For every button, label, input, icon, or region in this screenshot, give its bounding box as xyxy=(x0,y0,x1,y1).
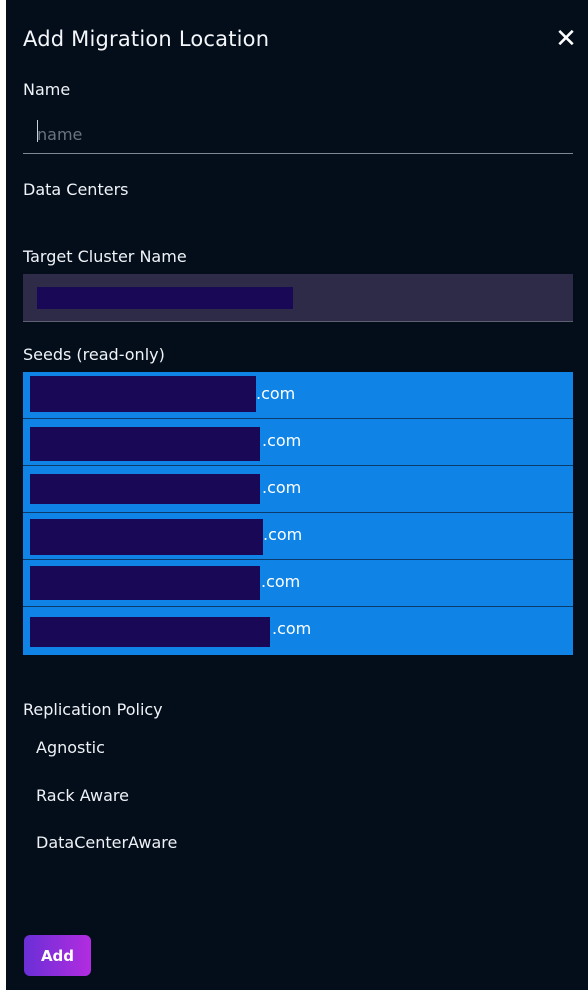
close-icon[interactable]: ✕ xyxy=(553,24,579,54)
seed-suffix: .com xyxy=(262,431,302,450)
target-cluster-label: Target Cluster Name xyxy=(23,247,187,266)
redacted-seed-host xyxy=(30,474,260,504)
seed-item: .com xyxy=(23,372,573,419)
seed-item: .com xyxy=(23,419,573,466)
data-centers-label: Data Centers xyxy=(23,180,129,199)
seeds-list: .com .com .com .com .com .com xyxy=(23,372,573,655)
seeds-label: Seeds (read-only) xyxy=(23,345,165,364)
add-button[interactable]: Add xyxy=(24,935,91,976)
redacted-seed-host xyxy=(30,376,256,412)
redacted-seed-host xyxy=(30,519,263,555)
name-label: Name xyxy=(23,80,71,99)
target-cluster-name-field[interactable] xyxy=(23,274,573,322)
seed-suffix: .com xyxy=(272,619,312,638)
replication-option-datacenter-aware[interactable]: DataCenterAware xyxy=(36,833,177,852)
seed-item: .com xyxy=(23,560,573,607)
replication-option-rack-aware[interactable]: Rack Aware xyxy=(36,786,129,805)
add-migration-location-dialog: Add Migration Location ✕ Name Data Cente… xyxy=(6,0,588,990)
seed-suffix: .com xyxy=(262,478,302,497)
seed-item: .com xyxy=(23,513,573,560)
replication-policy-label: Replication Policy xyxy=(23,700,163,719)
name-input[interactable] xyxy=(23,112,573,154)
replication-option-agnostic[interactable]: Agnostic xyxy=(36,738,105,757)
redacted-seed-host xyxy=(30,617,270,647)
redacted-seed-host xyxy=(30,566,260,600)
seed-item: .com xyxy=(23,466,573,513)
text-cursor xyxy=(37,120,38,142)
redacted-seed-host xyxy=(30,427,260,461)
redacted-value xyxy=(37,287,293,309)
seed-item: .com xyxy=(23,607,573,654)
seed-suffix: .com xyxy=(263,525,303,544)
dialog-title: Add Migration Location xyxy=(23,27,270,51)
seed-suffix: .com xyxy=(261,572,301,591)
seed-suffix: .com xyxy=(256,384,296,403)
